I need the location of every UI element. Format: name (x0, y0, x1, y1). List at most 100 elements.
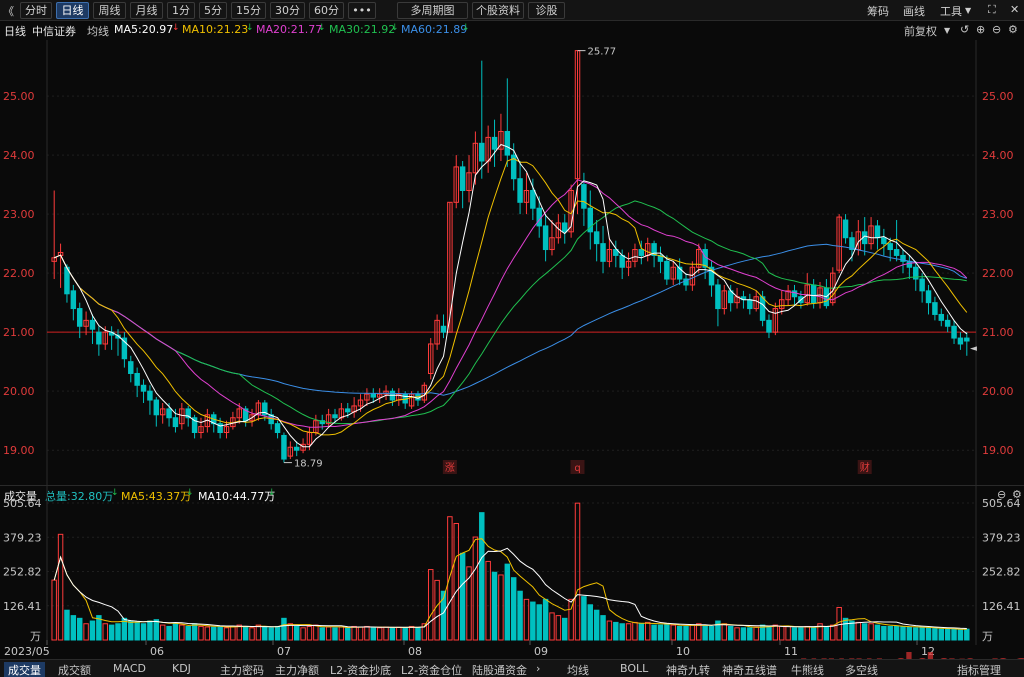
volume-bar (785, 625, 791, 641)
candle-body (70, 290, 77, 310)
candle-body (242, 408, 249, 422)
indicator-tab[interactable]: 指标管理 (957, 662, 1001, 677)
candle-body (772, 308, 779, 333)
undo-icon[interactable]: ↺ (960, 23, 969, 36)
volume-bar (313, 624, 319, 641)
period-button[interactable]: 日线 (56, 2, 89, 19)
period-button[interactable]: 分时 (20, 2, 52, 19)
close-icon[interactable]: ✕ (1010, 3, 1019, 16)
volume-bar (223, 627, 230, 641)
period-button[interactable]: 周线 (93, 2, 126, 19)
settings-icon[interactable]: ⚙ (1012, 488, 1022, 501)
indicator-tab[interactable]: 神奇九转 (666, 662, 710, 677)
candle-body (274, 423, 281, 434)
settings-icon[interactable]: ⚙ (1008, 23, 1018, 36)
volume-bar (268, 627, 274, 641)
chevron-right-icon[interactable]: › (536, 662, 540, 675)
candle-body (823, 287, 830, 307)
chip-button[interactable]: 筹码 (867, 3, 889, 19)
indicator-tab[interactable]: 多空线 (845, 662, 878, 677)
candle-body (217, 423, 223, 434)
volume-bar (721, 623, 728, 641)
candle-body (325, 414, 332, 425)
indicator-tab[interactable]: 陆股通资金 (472, 662, 527, 677)
event-marker-bg (442, 460, 457, 474)
indicator-tab[interactable]: 主力净额 (275, 662, 319, 677)
candle-body (402, 393, 408, 404)
back-icon[interactable]: 《 (3, 3, 14, 19)
candle-body (440, 325, 447, 333)
volume-bar (83, 623, 89, 641)
low-label: 18.79 (294, 459, 323, 470)
stock-chart: 25.00 25.00 24.00 24.00 23.00 23.00 22.00 22.00… (3, 40, 1024, 677)
period-button[interactable]: ••• (348, 2, 376, 19)
volume-bar (587, 604, 594, 641)
volume-bar (887, 625, 893, 641)
candle-body (568, 190, 574, 233)
zoom-out-icon[interactable]: ⊖ (997, 488, 1006, 501)
indicator-tab[interactable]: L2-资金仓位 (401, 662, 462, 677)
volume-bar (351, 625, 357, 641)
candle-body (108, 331, 115, 336)
indicator-tab[interactable]: BOLL (620, 662, 648, 675)
volume-bar (644, 621, 651, 641)
fullscreen-icon[interactable]: ⛶ (988, 3, 996, 17)
candle-body (153, 399, 160, 416)
adjust-selector[interactable]: 前复权 (904, 23, 937, 39)
period-button[interactable]: 月线 (130, 2, 163, 19)
period-button[interactable]: 60分 (309, 2, 344, 19)
indicator-tab[interactable]: 均线 (567, 662, 589, 677)
candle-body (842, 219, 849, 239)
indicator-tab[interactable]: 主力密码 (220, 662, 264, 677)
ma5-value: MA5:20.97 (114, 23, 174, 36)
draw-button[interactable]: 画线 (903, 3, 925, 19)
zoom-out-icon[interactable]: ⊖ (992, 23, 1001, 36)
indicator-tab[interactable]: MACD (113, 662, 146, 675)
candle-body (740, 296, 747, 301)
x-tick-label: 10 (676, 645, 690, 658)
diagnose-button[interactable]: 诊股 (528, 2, 565, 19)
candle-body (944, 319, 951, 327)
volume-bar (542, 598, 549, 641)
ma-label[interactable]: 均线 (87, 23, 109, 39)
period-button[interactable]: 1分 (167, 2, 195, 19)
period-button[interactable]: 15分 (231, 2, 266, 19)
indicator-tab[interactable]: 成交量 (4, 662, 45, 677)
volume-ma10: MA10:44.77万 (198, 490, 276, 503)
candle-body (900, 254, 906, 262)
candle-body (172, 417, 179, 428)
candle-body (147, 390, 153, 401)
candle-body (479, 142, 485, 162)
tools-button[interactable]: 工具 (940, 3, 962, 19)
indicator-tab[interactable]: L2-资金抄底 (330, 662, 391, 677)
volume-bar (57, 533, 64, 641)
candle-body (644, 243, 651, 256)
stock-info-button[interactable]: 个股资料 (472, 2, 524, 19)
candle-body (600, 243, 606, 262)
candle-body (306, 432, 313, 445)
volume-bar (734, 627, 740, 641)
volume-bar (964, 628, 970, 641)
ma20-line (54, 179, 968, 428)
indicator-tab[interactable]: 神奇五线谱 (722, 662, 777, 677)
candle-body (364, 393, 370, 401)
candle-body (913, 266, 919, 280)
indicator-tab[interactable]: 牛熊线 (791, 662, 824, 677)
volume-bar (510, 577, 517, 641)
indicator-tab[interactable]: KDJ (172, 662, 191, 675)
x-tick-label: 07 (277, 645, 291, 658)
volume-bar (332, 627, 338, 641)
period-button[interactable]: 5分 (199, 2, 227, 19)
candle-body (268, 414, 274, 425)
price-tick-left: 22.00 (3, 267, 35, 280)
multi-period-button[interactable]: 多周期图 (397, 2, 468, 19)
indicator-tab[interactable]: 成交额 (58, 662, 91, 677)
volume-bar (670, 624, 676, 641)
down-arrow-icon: ↓ (462, 23, 470, 33)
volume-bar (447, 516, 453, 641)
volume-bar (568, 598, 574, 641)
candle-body (874, 225, 881, 239)
price-tick-left: 19.00 (3, 444, 35, 457)
period-button[interactable]: 30分 (270, 2, 305, 19)
zoom-in-icon[interactable]: ⊕ (976, 23, 985, 36)
